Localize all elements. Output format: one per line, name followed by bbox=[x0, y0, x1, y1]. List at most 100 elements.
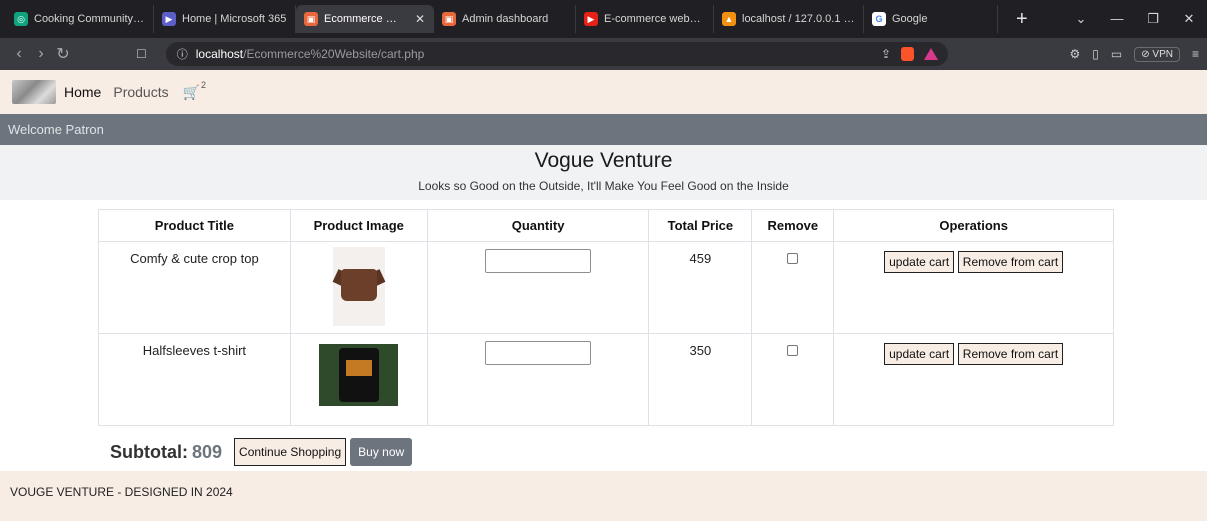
store-title: Vogue Venture bbox=[534, 149, 673, 172]
remove-from-cart-button[interactable]: Remove from cart bbox=[957, 251, 1064, 273]
subtotal-value: 809 bbox=[192, 441, 223, 462]
tab-title: Cooking Community: Lea bbox=[34, 13, 145, 25]
close-window-icon[interactable]: ✕ bbox=[1171, 11, 1207, 27]
tab-search-icon[interactable]: ⌄ bbox=[1063, 11, 1099, 27]
menu-icon[interactable]: ≡ bbox=[1192, 47, 1199, 61]
remove-cell bbox=[751, 241, 835, 334]
image-detail bbox=[340, 269, 377, 301]
browser-tab-bar: ◎ Cooking Community: Lea ▶ Home | Micros… bbox=[0, 0, 1207, 38]
update-cart-button[interactable]: update cart bbox=[884, 343, 955, 365]
continue-shopping-button[interactable]: Continue Shopping bbox=[234, 438, 347, 466]
total-price: 459 bbox=[648, 241, 753, 334]
table-row: Comfy & cute crop top 459 update cart Re… bbox=[98, 241, 1114, 334]
product-image-wrap bbox=[291, 247, 427, 326]
restore-icon[interactable]: ❐ bbox=[1135, 11, 1171, 27]
total-price: 350 bbox=[648, 333, 753, 426]
share-icon[interactable]: ⇪ bbox=[881, 47, 891, 61]
column-header: Quantity bbox=[426, 209, 650, 242]
new-tab-icon[interactable]: + bbox=[1002, 8, 1042, 31]
product-image bbox=[319, 344, 399, 406]
remove-cell bbox=[751, 333, 835, 426]
product-image-cell bbox=[289, 241, 428, 334]
quantity-cell bbox=[426, 333, 650, 426]
url-host: localhost bbox=[195, 47, 244, 61]
remove-checkbox[interactable] bbox=[787, 345, 799, 356]
tab-title: localhost / 127.0.0.1 / eco bbox=[742, 13, 855, 25]
quantity-input[interactable] bbox=[485, 341, 592, 365]
forward-icon[interactable]: › bbox=[30, 45, 52, 63]
tab-phpmyadmin[interactable]: ▲ localhost / 127.0.0.1 / eco bbox=[714, 5, 864, 33]
toolbar-right: ⚙ ▯ ▭ ⊘ VPN ≡ bbox=[1070, 46, 1199, 62]
back-icon[interactable]: ‹ bbox=[8, 45, 30, 63]
update-cart-button[interactable]: update cart bbox=[884, 251, 955, 273]
chat-icon: ◎ bbox=[14, 12, 28, 26]
nav-products-link[interactable]: Products bbox=[113, 84, 168, 100]
image-detail bbox=[346, 360, 373, 376]
tab-admin-dashboard[interactable]: ▣ Admin dashboard bbox=[434, 5, 576, 33]
tab-google[interactable]: G Google bbox=[864, 5, 998, 33]
url-path: /Ecommerce%20Website/cart.php bbox=[243, 47, 425, 61]
page-footer: VOUGE VENTURE - DESIGNED IN 2024 bbox=[0, 471, 1207, 521]
nav-cart-link[interactable]: 🛒 2 bbox=[182, 80, 206, 101]
quantity-cell bbox=[426, 241, 650, 334]
column-header: Remove bbox=[751, 209, 835, 242]
window-controls: ⌄ — ❐ ✕ bbox=[1063, 11, 1207, 27]
cart-table: Product Title Product Image Quantity Tot… bbox=[98, 209, 1114, 426]
quantity-input[interactable] bbox=[485, 249, 592, 273]
operations-cell: update cart Remove from cart bbox=[833, 241, 1114, 334]
site-icon: ▣ bbox=[442, 12, 456, 26]
product-image bbox=[332, 247, 386, 326]
vpn-button[interactable]: ⊘ VPN bbox=[1134, 46, 1180, 62]
hero-section: Vogue Venture Looks so Good on the Outsi… bbox=[0, 145, 1207, 200]
brave-rewards-icon[interactable] bbox=[924, 48, 938, 60]
welcome-bar: Welcome Patron bbox=[0, 114, 1207, 145]
bookmark-icon[interactable]: ☐ bbox=[136, 47, 147, 61]
youtube-icon: ▶ bbox=[584, 12, 598, 26]
column-header: Total Price bbox=[648, 209, 753, 242]
google-icon: G bbox=[872, 12, 886, 26]
cart-icon: 🛒 bbox=[182, 83, 201, 100]
tab-youtube-ecommerce[interactable]: ▶ E-commerce website usin bbox=[576, 5, 714, 33]
table-header-row: Product Title Product Image Quantity Tot… bbox=[98, 209, 1114, 242]
sidebar-icon[interactable]: ▯ bbox=[1092, 47, 1099, 61]
extensions-icon[interactable]: ⚙ bbox=[1070, 47, 1081, 61]
vpn-label: VPN bbox=[1152, 48, 1173, 60]
remove-from-cart-button[interactable]: Remove from cart bbox=[957, 343, 1064, 365]
remove-checkbox[interactable] bbox=[787, 253, 799, 264]
minimize-icon[interactable]: — bbox=[1099, 11, 1135, 27]
nav-home-link[interactable]: Home bbox=[64, 84, 101, 100]
column-header: Product Image bbox=[289, 209, 428, 242]
site-icon: ▣ bbox=[304, 12, 318, 26]
column-header: Product Title bbox=[98, 209, 291, 242]
site-info-icon[interactable]: ⓘ bbox=[177, 46, 188, 62]
store-tagline: Looks so Good on the Outside, It'll Make… bbox=[418, 179, 789, 193]
site-logo[interactable] bbox=[12, 80, 56, 104]
table-row: Halfsleeves t-shirt 350 update cart Remo… bbox=[98, 333, 1114, 426]
operations-cell: update cart Remove from cart bbox=[833, 333, 1114, 426]
cart-count: 2 bbox=[201, 79, 207, 90]
product-image-cell bbox=[289, 333, 428, 426]
column-header: Operations bbox=[833, 209, 1114, 242]
buy-now-button[interactable]: Buy now bbox=[350, 438, 413, 466]
product-image-wrap bbox=[291, 343, 427, 406]
tab-cooking-community[interactable]: ◎ Cooking Community: Lea bbox=[6, 5, 154, 33]
tab-title: Admin dashboard bbox=[462, 13, 549, 25]
tab-title: E-commerce website usin bbox=[604, 13, 705, 25]
phpmyadmin-icon: ▲ bbox=[722, 12, 736, 26]
subtotal-row: Subtotal: 809 Continue Shopping Buy now bbox=[110, 438, 413, 466]
site-navbar: Home Products 🛒 2 bbox=[0, 70, 1207, 114]
product-title: Comfy & cute crop top bbox=[98, 241, 291, 334]
tab-title: Home | Microsoft 365 bbox=[182, 13, 287, 25]
tab-title: Ecommerce Website bbox=[324, 13, 403, 25]
product-title: Halfsleeves t-shirt bbox=[98, 333, 291, 426]
brave-shields-icon[interactable] bbox=[901, 47, 914, 61]
tab-microsoft365[interactable]: ▶ Home | Microsoft 365 bbox=[154, 5, 296, 33]
footer-text: VOUGE VENTURE - DESIGNED IN 2024 bbox=[10, 485, 233, 499]
wallet-icon[interactable]: ▭ bbox=[1111, 47, 1122, 61]
url-field[interactable]: ☐ ⓘ localhost/Ecommerce%20Website/cart.p… bbox=[136, 42, 948, 66]
close-icon[interactable]: ✕ bbox=[415, 12, 425, 26]
address-bar-row: ‹ › ↻ ☐ ⓘ localhost/Ecommerce%20Website/… bbox=[0, 38, 1207, 70]
tab-title: Google bbox=[892, 13, 928, 25]
tab-ecommerce-website[interactable]: ▣ Ecommerce Website ✕ bbox=[296, 5, 434, 33]
reload-icon[interactable]: ↻ bbox=[52, 44, 74, 64]
